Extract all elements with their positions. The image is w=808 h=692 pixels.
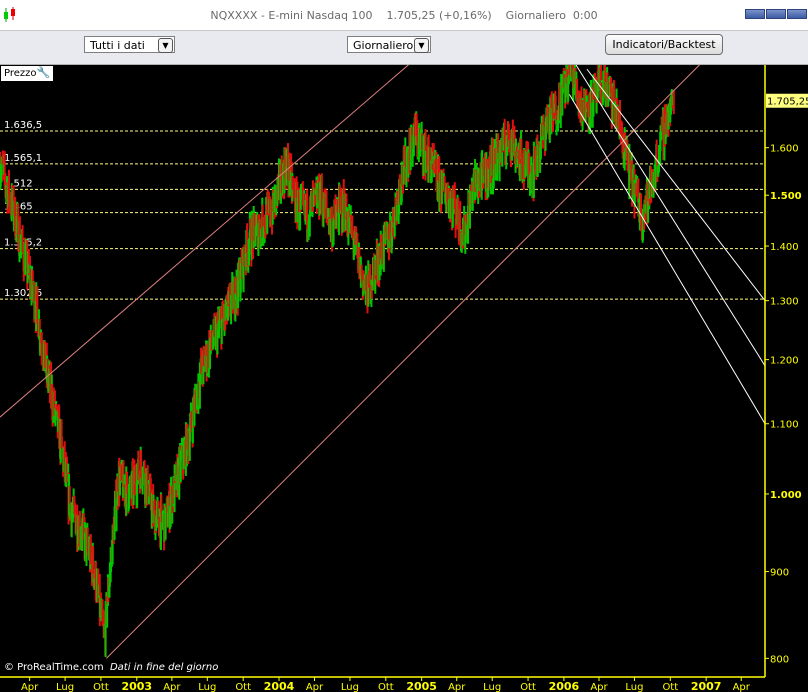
x-tick-label: Apr	[306, 682, 324, 692]
price-panel-label: Prezzo	[4, 68, 37, 79]
close-button[interactable]	[787, 9, 807, 19]
minimize-button[interactable]	[745, 9, 765, 19]
y-tick-label: 1.200	[770, 356, 799, 367]
wrench-icon[interactable]: 🔧	[37, 67, 51, 79]
level-label: 1.565,1	[4, 153, 42, 164]
title-bar: NQXXXX - E-mini Nasdaq 100 1.705,25 (+0,…	[0, 0, 808, 31]
x-tick-label: Apr	[163, 682, 181, 692]
y-tick-label: 1.000	[770, 490, 802, 501]
price-chart[interactable]: 1.636,51.565,11.5121.4651.395,21.302,6 1…	[0, 65, 808, 692]
range-dropdown-value: Tutti i dati	[90, 39, 145, 52]
chevron-down-icon[interactable]: ▼	[158, 38, 173, 53]
y-tick-label: 1.100	[770, 420, 799, 431]
x-tick-label: Lug	[198, 682, 216, 692]
x-tick-label: Ott	[520, 682, 536, 692]
period-dropdown[interactable]: Giornaliero ▼	[347, 36, 431, 53]
x-tick-label: 2003	[121, 680, 152, 692]
indicators-backtest-button[interactable]: Indicatori/Backtest	[605, 34, 723, 55]
y-tick-label: 900	[770, 568, 789, 579]
chevron-down-icon[interactable]: ▼	[414, 38, 429, 53]
level-label: 1.636,5	[4, 120, 42, 131]
range-dropdown[interactable]: Tutti i dati ▼	[84, 36, 175, 53]
x-tick-label: Lug	[56, 682, 74, 692]
x-tick-label: Lug	[341, 682, 359, 692]
period-dropdown-value: Giornaliero	[353, 39, 414, 52]
y-tick-label: 800	[770, 654, 789, 665]
maximize-button[interactable]	[766, 9, 786, 19]
x-tick-label: 2006	[549, 680, 580, 692]
x-tick-label: Apr	[733, 682, 751, 692]
x-tick-label: Lug	[625, 682, 643, 692]
y-tick-label: 1.400	[770, 242, 799, 253]
x-tick-label: Ott	[93, 682, 109, 692]
y-tick-label: 1.300	[770, 297, 799, 308]
x-tick-label: Apr	[21, 682, 39, 692]
x-tick-label: 2007	[691, 680, 722, 692]
x-tick-label: Ott	[235, 682, 251, 692]
data-note: Dati in fine del giorno	[109, 662, 219, 673]
x-tick-label: 2005	[406, 680, 437, 692]
x-tick-label: 2004	[264, 680, 295, 692]
y-tick-label: 1.500	[770, 191, 802, 202]
x-tick-label: Ott	[662, 682, 678, 692]
x-tick-label: Lug	[483, 682, 501, 692]
y-tick-label: 1.600	[770, 144, 799, 155]
window-title: NQXXXX - E-mini Nasdaq 100 1.705,25 (+0,…	[210, 9, 598, 22]
x-tick-label: Ott	[378, 682, 394, 692]
x-tick-label: Apr	[590, 682, 608, 692]
brand-label: © ProRealTime.com	[4, 662, 104, 673]
footer-note: © ProRealTime.com Dati in fine del giorn…	[4, 662, 218, 673]
x-tick-label: Apr	[448, 682, 466, 692]
price-panel-tab[interactable]: Prezzo 🔧	[1, 66, 53, 81]
toolbar: Tutti i dati ▼ Giornaliero ▼ Indicatori/…	[0, 31, 808, 65]
last-price-label: 1.705,25	[767, 97, 808, 108]
